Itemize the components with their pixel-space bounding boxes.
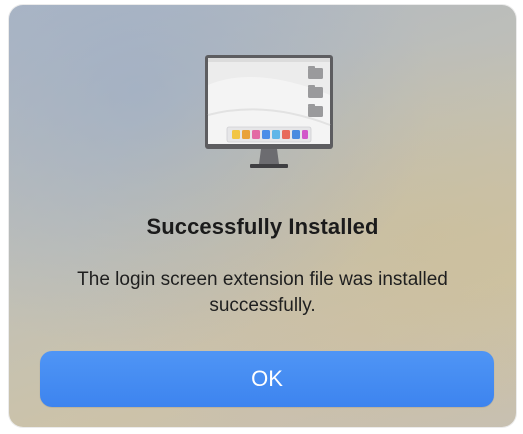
ok-button-label: OK xyxy=(251,366,283,391)
monitor-icon xyxy=(205,55,333,168)
dialog-message: The login screen extension file was inst… xyxy=(77,269,448,316)
alert-dialog: Successfully Installed The login screen … xyxy=(9,5,516,427)
dialog-title: Successfully Installed xyxy=(146,214,379,239)
ok-button[interactable]: OK xyxy=(40,351,494,407)
